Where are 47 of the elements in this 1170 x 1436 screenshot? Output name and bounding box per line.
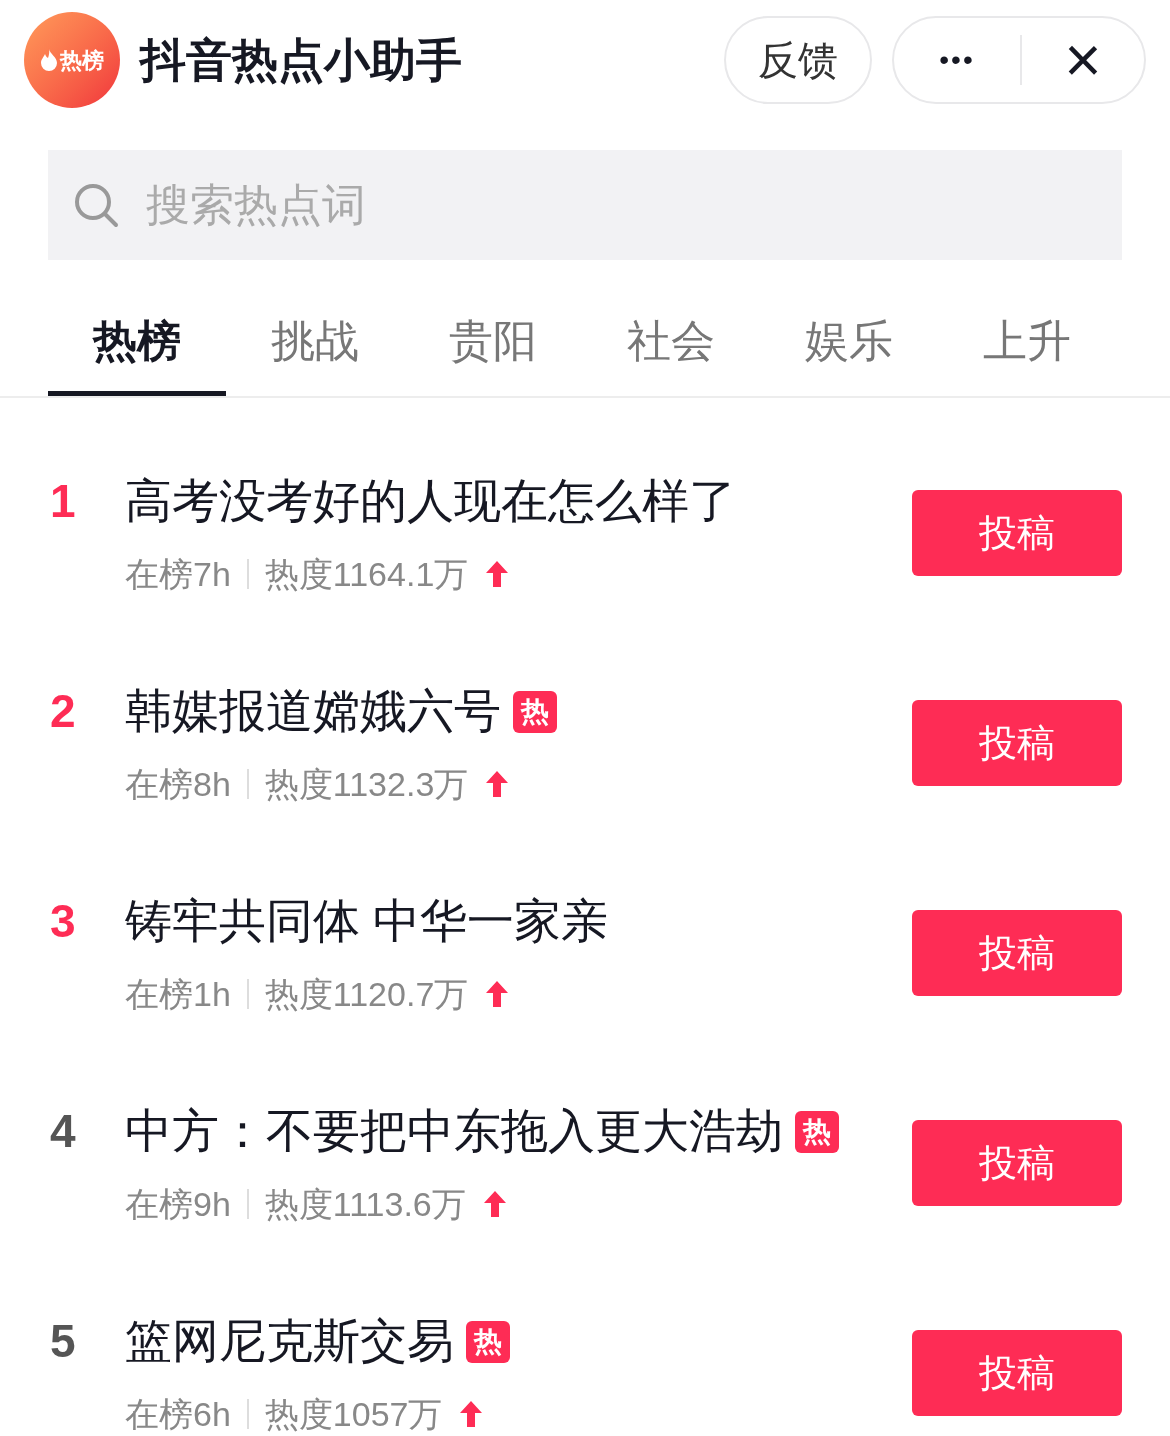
list-duration: 在榜9h bbox=[125, 1183, 231, 1225]
feedback-button[interactable]: 反馈 bbox=[724, 16, 872, 104]
heat-value: 热度1164.1万 bbox=[264, 553, 469, 595]
rank-number: 5 bbox=[50, 1314, 77, 1369]
submit-button[interactable]: 投稿 bbox=[912, 490, 1122, 576]
heat-value: 热度1057万 bbox=[264, 1393, 443, 1435]
list-duration: 在榜7h bbox=[125, 553, 231, 595]
rank-number: 3 bbox=[50, 894, 77, 949]
search-field[interactable]: 搜索热点词 bbox=[48, 150, 1122, 260]
topic-title[interactable]: 韩媒报道嫦娥六号 bbox=[125, 676, 501, 747]
topic-title[interactable]: 铸牢共同体 中华一家亲 bbox=[125, 886, 609, 957]
list-duration: 在榜6h bbox=[125, 1393, 231, 1435]
submit-button[interactable]: 投稿 bbox=[912, 1330, 1122, 1416]
topic-title[interactable]: 高考没考好的人现在怎么样了 bbox=[125, 466, 736, 537]
topic-title[interactable]: 篮网尼克斯交易 bbox=[125, 1306, 454, 1377]
up-arrow-icon bbox=[484, 979, 511, 1009]
category-tab[interactable]: 娱乐 bbox=[760, 290, 938, 396]
rank-number: 2 bbox=[50, 684, 77, 739]
category-tab[interactable]: 热榜 bbox=[48, 290, 226, 396]
category-tab[interactable]: 贵阳 bbox=[404, 290, 582, 396]
up-arrow-icon bbox=[458, 1399, 485, 1429]
app-title: 抖音热点小助手 bbox=[140, 32, 462, 88]
up-arrow-icon bbox=[484, 559, 511, 589]
hot-badge: 热 bbox=[466, 1320, 510, 1363]
submit-button[interactable]: 投稿 bbox=[912, 1120, 1122, 1206]
category-tab[interactable]: 挑战 bbox=[226, 290, 404, 396]
rank-number: 1 bbox=[50, 474, 77, 529]
submit-button[interactable]: 投稿 bbox=[912, 700, 1122, 786]
category-tab[interactable]: 上升 bbox=[938, 290, 1116, 396]
up-arrow-icon bbox=[484, 769, 511, 799]
topic-title[interactable]: 中方：不要把中东拖入更大浩劫 bbox=[125, 1096, 783, 1167]
more-button[interactable]: ••• bbox=[894, 39, 1020, 81]
list-duration: 在榜1h bbox=[125, 973, 231, 1015]
heat-value: 热度1132.3万 bbox=[264, 763, 469, 805]
up-arrow-icon bbox=[481, 1189, 508, 1219]
flame-icon bbox=[40, 49, 58, 71]
search-icon bbox=[72, 181, 120, 229]
submit-button[interactable]: 投稿 bbox=[912, 910, 1122, 996]
heat-value: 热度1120.7万 bbox=[264, 973, 469, 1015]
hot-badge: 热 bbox=[795, 1110, 839, 1153]
close-button[interactable]: × bbox=[1022, 28, 1144, 92]
category-tab[interactable]: 社会 bbox=[582, 290, 760, 396]
logo-text: 热榜 bbox=[60, 46, 104, 75]
list-duration: 在榜8h bbox=[125, 763, 231, 805]
rank-number: 4 bbox=[50, 1104, 77, 1159]
hot-badge: 热 bbox=[513, 690, 557, 733]
heat-value: 热度1113.6万 bbox=[264, 1183, 466, 1225]
